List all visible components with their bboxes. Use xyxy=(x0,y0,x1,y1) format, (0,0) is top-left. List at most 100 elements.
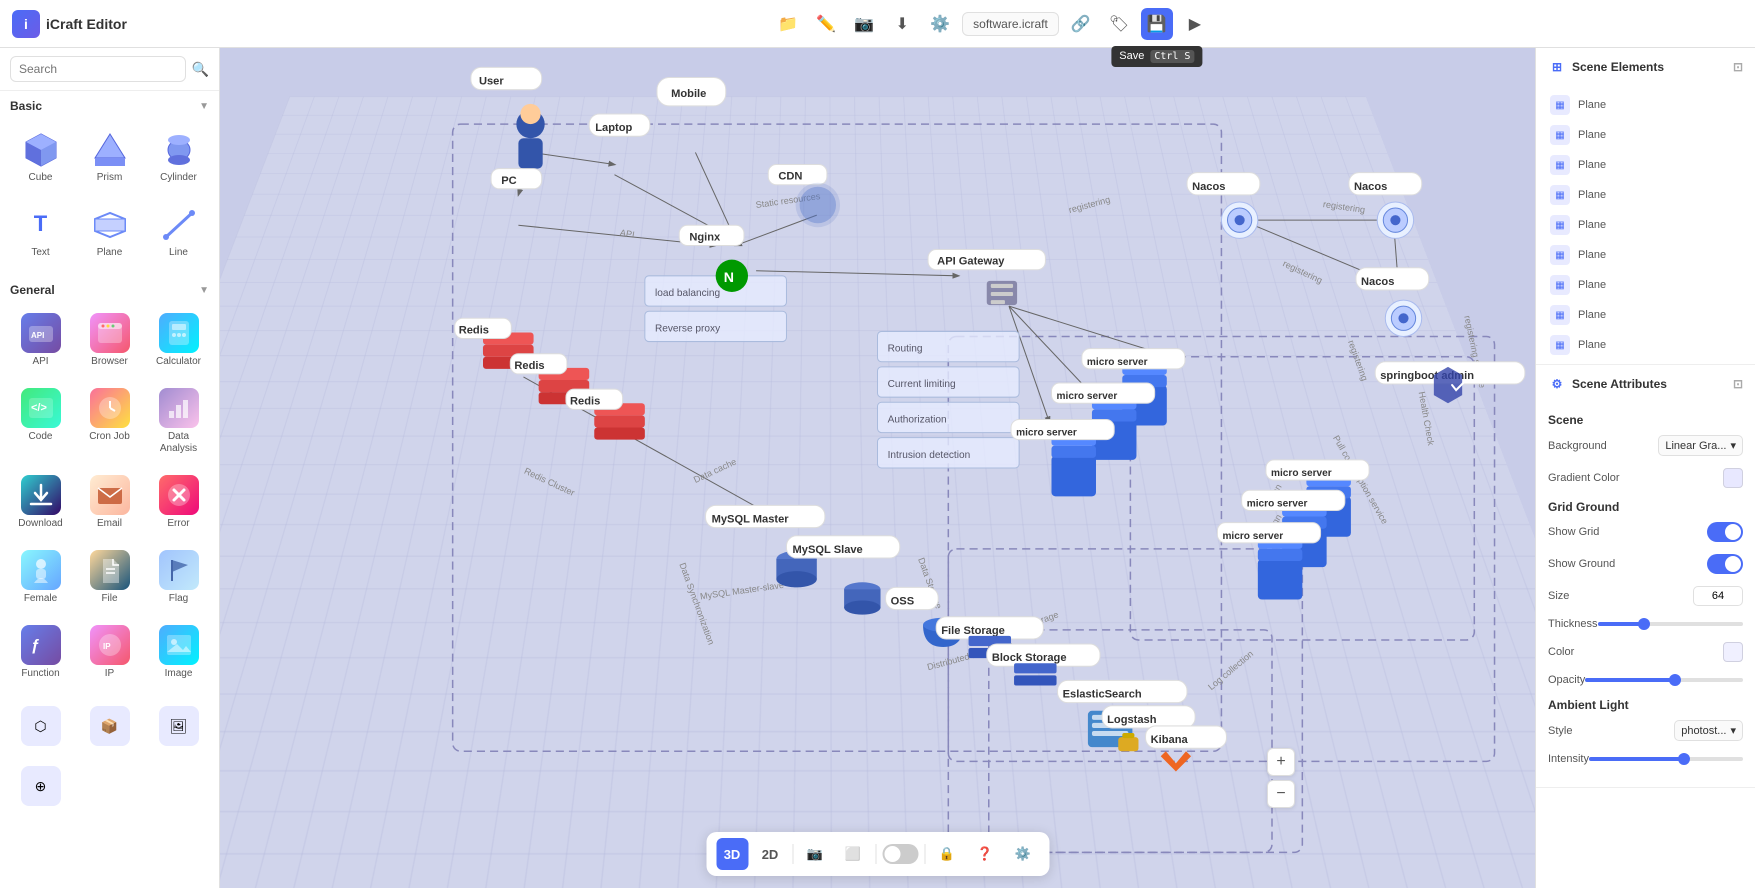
view-3d-btn[interactable]: 3D xyxy=(716,838,748,870)
scene-element-plane-6[interactable]: ▦ Plane xyxy=(1544,240,1747,270)
svg-text:ƒ: ƒ xyxy=(31,637,40,654)
text-label: Text xyxy=(31,247,49,259)
cron-label: Cron Job xyxy=(89,431,130,443)
view-2d-btn[interactable]: 2D xyxy=(754,838,786,870)
scene-element-plane-3[interactable]: ▦ Plane xyxy=(1544,150,1747,180)
file-icon xyxy=(90,550,130,590)
svg-text:Health Check: Health Check xyxy=(1417,391,1436,447)
gradient-color-swatch[interactable] xyxy=(1723,468,1743,488)
element-photo[interactable]: 🖼 xyxy=(146,698,211,754)
element-file[interactable]: File xyxy=(77,542,142,613)
share-btn[interactable]: 🔗 xyxy=(1065,8,1097,40)
show-grid-toggle[interactable] xyxy=(1707,522,1743,542)
element-text[interactable]: T Text xyxy=(8,196,73,267)
element-ip[interactable]: IP IP xyxy=(77,617,142,688)
ip-label: IP xyxy=(105,668,114,680)
folder-btn[interactable]: 📁 xyxy=(772,8,804,40)
basic-section-header[interactable]: Basic ▼ xyxy=(0,91,219,117)
thickness-slider[interactable] xyxy=(1598,622,1743,626)
help-btn[interactable]: ❓ xyxy=(969,838,1001,870)
zoom-out-btn[interactable]: − xyxy=(1267,780,1295,808)
element-flag[interactable]: Flag xyxy=(146,542,211,613)
element-shape[interactable]: ⊕ xyxy=(8,758,73,814)
element-image[interactable]: Image xyxy=(146,617,211,688)
settings-bottom-btn[interactable]: ⚙️ xyxy=(1007,838,1039,870)
scene-element-plane-1[interactable]: ▦ Plane xyxy=(1544,90,1747,120)
style-select[interactable]: photost... ▾ xyxy=(1674,720,1743,741)
export-btn[interactable]: ⬇ xyxy=(886,8,918,40)
lock-btn[interactable]: 🔒 xyxy=(931,838,963,870)
general-section-header[interactable]: General ▼ xyxy=(0,275,219,301)
intensity-thumb[interactable] xyxy=(1678,753,1690,765)
prism-icon xyxy=(90,129,130,169)
element-download[interactable]: Download xyxy=(8,467,73,538)
svg-text:micro server: micro server xyxy=(1271,468,1332,479)
scene-elements-header[interactable]: ⊞ Scene Elements ⊡ xyxy=(1536,48,1755,86)
opacity-thumb[interactable] xyxy=(1669,674,1681,686)
element-cylinder[interactable]: Cylinder xyxy=(146,121,211,192)
element-error[interactable]: Error xyxy=(146,467,211,538)
element-function[interactable]: ƒ Function xyxy=(8,617,73,688)
scene-element-plane-4[interactable]: ▦ Plane xyxy=(1544,180,1747,210)
play-btn[interactable]: ▶ xyxy=(1179,8,1211,40)
intensity-row: Intensity xyxy=(1548,753,1743,765)
frame-btn[interactable]: ⬜ xyxy=(837,838,869,870)
filename: software.icraft xyxy=(962,12,1059,36)
thickness-thumb[interactable] xyxy=(1638,618,1650,630)
plane-el-icon-1: ▦ xyxy=(1550,95,1570,115)
save-tooltip: Save Ctrl S xyxy=(1111,46,1202,67)
search-bar: 🔍 xyxy=(0,48,219,91)
element-prism[interactable]: Prism xyxy=(77,121,142,192)
background-select[interactable]: Linear Gra... ▾ xyxy=(1658,435,1743,456)
scene-element-plane-7[interactable]: ▦ Plane xyxy=(1544,270,1747,300)
search-input[interactable] xyxy=(10,56,186,82)
scene-element-plane-8[interactable]: ▦ Plane xyxy=(1544,300,1747,330)
svg-text:Intrusion detection: Intrusion detection xyxy=(888,450,971,461)
view-toggle[interactable] xyxy=(882,844,918,864)
element-box[interactable]: 📦 xyxy=(77,698,142,754)
element-cron[interactable]: Cron Job xyxy=(77,380,142,463)
element-calculator[interactable]: Calculator xyxy=(146,305,211,376)
element-cube[interactable]: Cube xyxy=(8,121,73,192)
data-icon xyxy=(159,388,199,428)
show-ground-toggle[interactable] xyxy=(1707,554,1743,574)
camera-bottom-btn[interactable]: 📷 xyxy=(799,838,831,870)
function-icon: ƒ xyxy=(21,625,61,665)
svg-text:Mobile: Mobile xyxy=(671,88,706,100)
element-api[interactable]: API API xyxy=(8,305,73,376)
opacity-slider[interactable] xyxy=(1585,678,1743,682)
camera-btn[interactable]: 📷 xyxy=(848,8,880,40)
element-data[interactable]: Data Analysis xyxy=(146,380,211,463)
plane-el-icon-9: ▦ xyxy=(1550,335,1570,355)
size-input[interactable] xyxy=(1693,586,1743,606)
element-plane[interactable]: Plane xyxy=(77,196,142,267)
grid-ground-title: Grid Ground xyxy=(1548,500,1743,514)
app-logo-icon: i xyxy=(12,10,40,38)
left-sidebar: 🔍 Basic ▼ Cube xyxy=(0,48,220,888)
scene-attributes-header[interactable]: ⚙ Scene Attributes ⊡ xyxy=(1536,365,1755,403)
canvas-area[interactable]: registering registering registering regi… xyxy=(220,48,1535,888)
element-code[interactable]: </> Code xyxy=(8,380,73,463)
thickness-label: Thickness xyxy=(1548,618,1598,630)
element-3d[interactable]: ⬡ xyxy=(8,698,73,754)
svg-text:Laptop: Laptop xyxy=(595,122,632,134)
color-swatch[interactable] xyxy=(1723,642,1743,662)
scene-element-plane-2[interactable]: ▦ Plane xyxy=(1544,120,1747,150)
diagram[interactable]: registering registering registering regi… xyxy=(220,48,1535,888)
scene-element-plane-5[interactable]: ▦ Plane xyxy=(1544,210,1747,240)
element-female[interactable]: Female xyxy=(8,542,73,613)
tag-btn[interactable]: 🏷 xyxy=(1103,8,1135,40)
intensity-slider[interactable] xyxy=(1589,757,1743,761)
cube-icon xyxy=(21,129,61,169)
opacity-label: Opacity xyxy=(1548,674,1585,686)
download-label: Download xyxy=(18,518,62,530)
female-label: Female xyxy=(24,593,57,605)
save-btn[interactable]: 💾 xyxy=(1141,8,1173,40)
element-line[interactable]: Line xyxy=(146,196,211,267)
settings-btn[interactable]: ⚙️ xyxy=(924,8,956,40)
scene-element-plane-9[interactable]: ▦ Plane xyxy=(1544,330,1747,360)
link-btn[interactable]: ✏️ xyxy=(810,8,842,40)
zoom-in-btn[interactable]: + xyxy=(1267,748,1295,776)
element-email[interactable]: Email xyxy=(77,467,142,538)
element-browser[interactable]: Browser xyxy=(77,305,142,376)
